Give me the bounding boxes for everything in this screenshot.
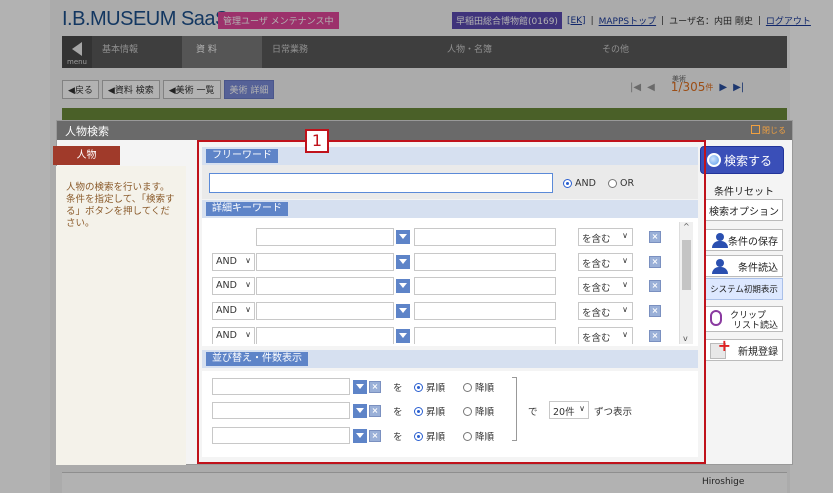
load-person-icon bbox=[710, 259, 730, 274]
save-condition-label: 条件の保存 bbox=[728, 236, 778, 248]
search-icon bbox=[707, 153, 721, 167]
search-button[interactable]: 検索する bbox=[700, 146, 784, 174]
close-button[interactable]: 閉じる bbox=[751, 125, 786, 136]
dialog-title: 人物検索 bbox=[65, 125, 109, 138]
tab-person[interactable]: 人物 bbox=[53, 146, 120, 165]
search-options-label: 検索オプション bbox=[709, 206, 779, 218]
save-condition-button[interactable]: 条件の保存 bbox=[705, 229, 783, 251]
help-panel: 人物の検索を行います。条件を指定して、「検索する」ボタンを押してください。 bbox=[56, 166, 186, 465]
reset-button-label: 条件リセット bbox=[714, 186, 774, 198]
new-register-label: 新規登録 bbox=[738, 346, 778, 358]
reset-button[interactable]: 条件リセット bbox=[705, 179, 783, 201]
clip-label-line2: リスト読込 bbox=[732, 321, 778, 331]
step-number-badge: 1 bbox=[305, 129, 329, 153]
highlight-frame bbox=[197, 140, 706, 464]
clip-icon bbox=[710, 310, 722, 326]
search-options-button[interactable]: 検索オプション bbox=[705, 199, 783, 221]
save-person-icon bbox=[710, 233, 730, 248]
system-default-label: システム初期表示 bbox=[710, 285, 778, 295]
load-condition-button[interactable]: 条件読込 bbox=[705, 255, 783, 277]
clip-label-line1: クリップ bbox=[729, 311, 766, 321]
search-button-label: 検索する bbox=[724, 153, 773, 168]
clip-list-button[interactable]: クリップ リスト読込 bbox=[705, 306, 783, 332]
system-default-button[interactable]: システム初期表示 bbox=[705, 278, 783, 300]
help-text: 人物の検索を行います。条件を指定して、「検索する」ボタンを押してください。 bbox=[66, 182, 175, 229]
new-register-icon bbox=[710, 336, 731, 359]
load-condition-label: 条件読込 bbox=[738, 262, 778, 274]
dialog-title-bar: 人物検索 閉じる bbox=[57, 121, 792, 140]
new-register-button[interactable]: 新規登録 bbox=[705, 336, 783, 361]
